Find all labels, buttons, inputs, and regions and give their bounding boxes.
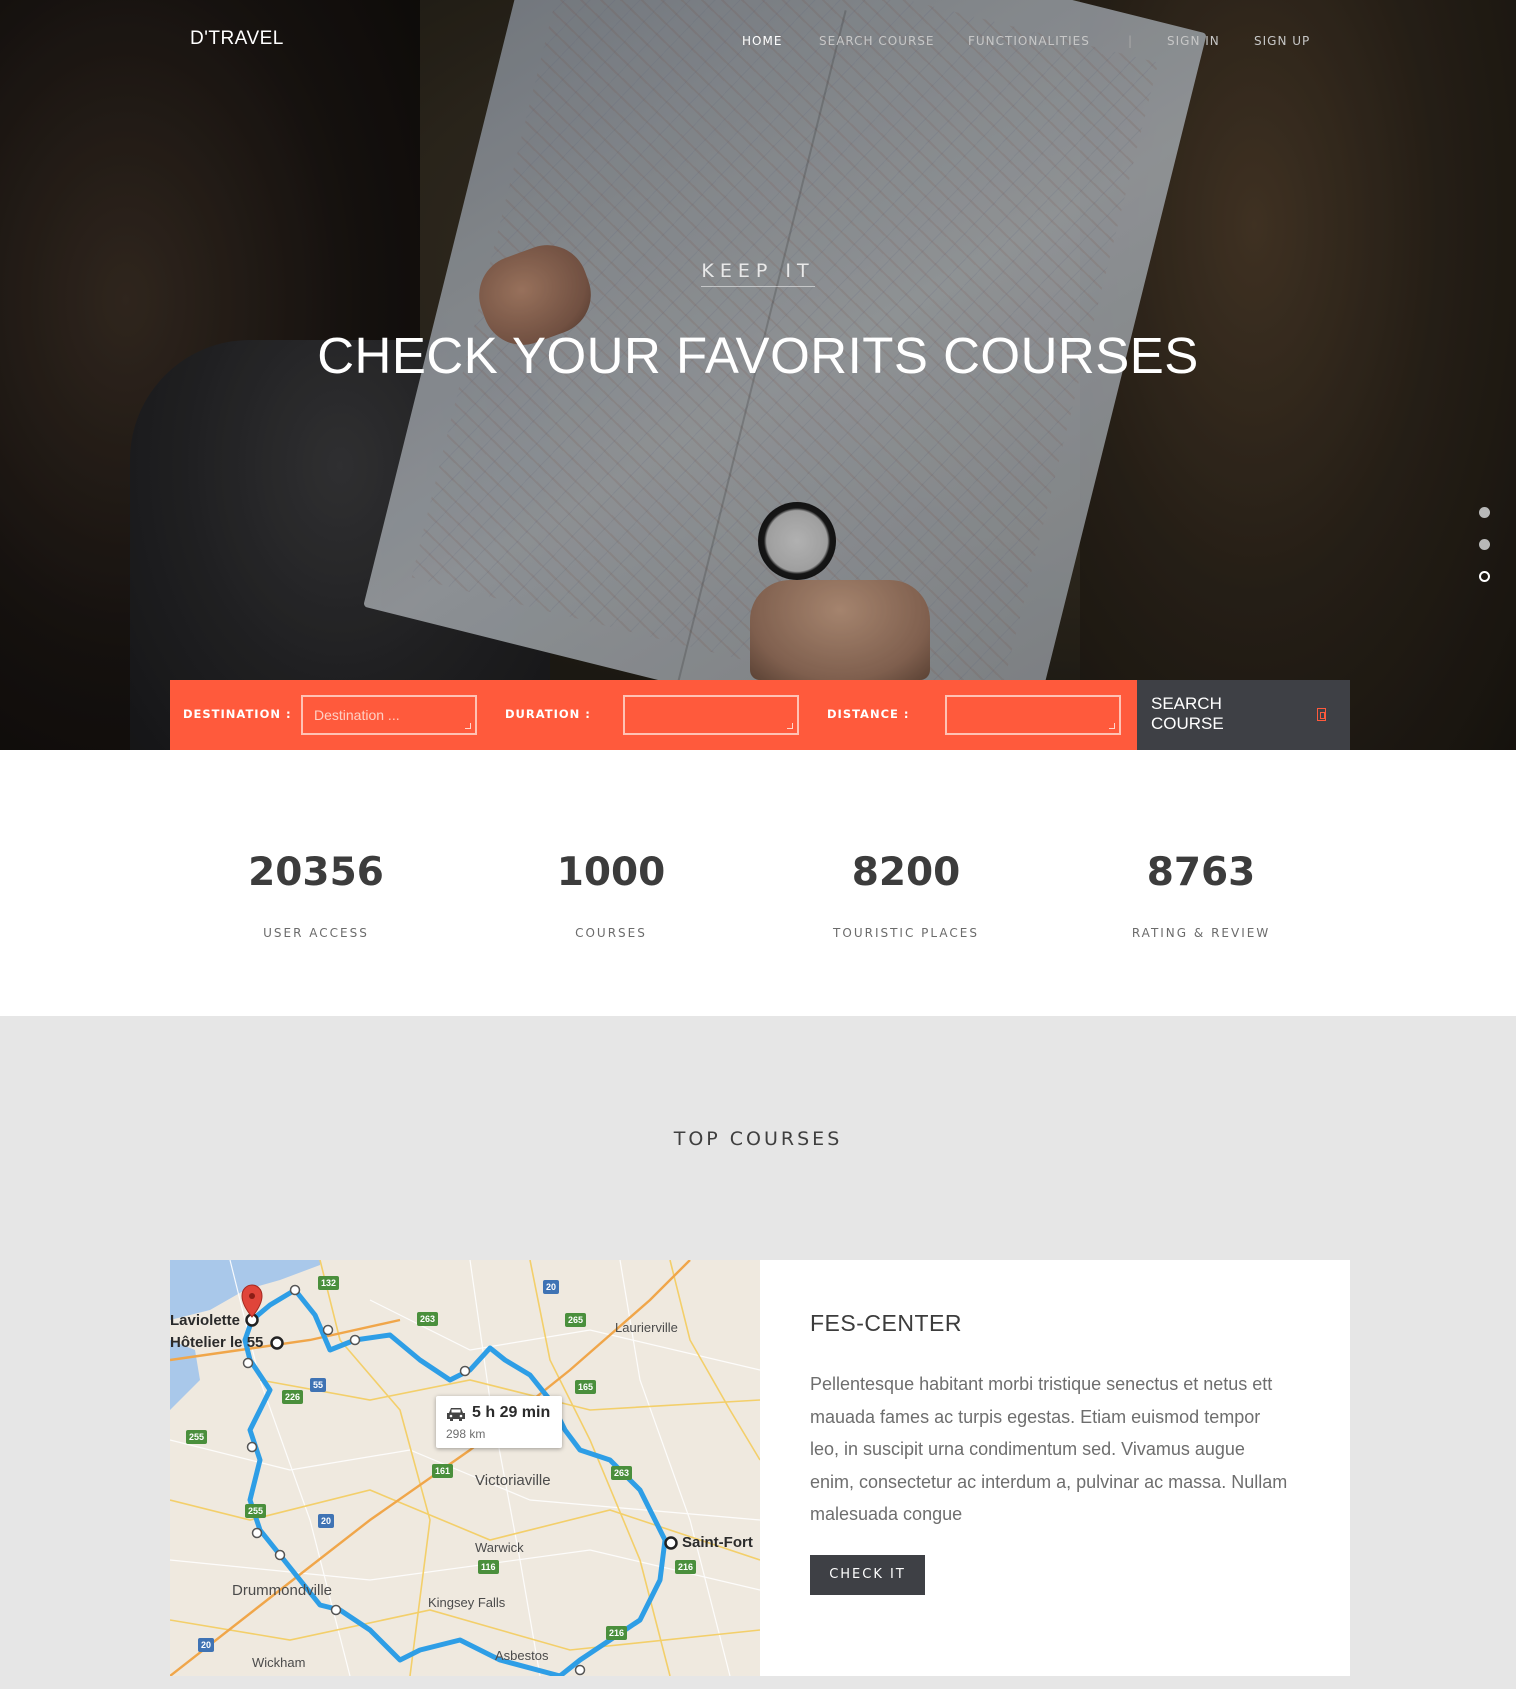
map-route-shield: 263 — [417, 1312, 439, 1326]
distance-input[interactable] — [945, 695, 1121, 735]
slider-pagination — [1479, 507, 1493, 603]
stat-value: 20356 — [248, 850, 384, 895]
top-courses-title: TOP COURSES — [673, 1128, 843, 1150]
route-duration: 5 h 29 min — [472, 1404, 551, 1421]
map-route-shield: 132 — [318, 1276, 340, 1290]
duration-label: DURATION : — [505, 707, 591, 721]
route-distance: 298 km — [446, 1427, 486, 1441]
search-course-button-label: SEARCH COURSE — [1151, 694, 1224, 733]
nav-home[interactable]: HOME — [742, 34, 782, 48]
map-route-shield: 216 — [675, 1560, 697, 1574]
hero-headline: CHECK YOUR FAVORITS COURSES — [317, 327, 1199, 384]
search-button-icon — [1317, 708, 1326, 721]
map-route-shield: 255 — [186, 1430, 208, 1444]
slider-dot-2[interactable] — [1479, 539, 1490, 550]
map-route-shield: 20 — [198, 1638, 215, 1652]
course-card: Laviolette Hôtelier le 55 Laurierville V… — [170, 1260, 1350, 1676]
duration-input[interactable] — [623, 695, 799, 735]
route-info-popup[interactable]: 5 h 29 min 298 km — [436, 1396, 562, 1448]
nav-separator: | — [1128, 34, 1133, 48]
search-course-button[interactable]: SEARCH COURSE — [1137, 680, 1350, 750]
map-route-shield: 226 — [282, 1390, 304, 1404]
map-place-hotelier: Hôtelier le 55 — [170, 1334, 264, 1351]
map-place-warwick: Warwick — [475, 1540, 524, 1555]
map-place-kingsey-falls: Kingsey Falls — [428, 1595, 506, 1610]
course-search-bar: DESTINATION : Destination ... DURATION :… — [170, 680, 1350, 750]
map-route-shield: 20 — [543, 1280, 560, 1294]
stat-label: TOURISTIC PLACES — [833, 926, 979, 940]
stat-label: COURSES — [575, 926, 647, 940]
hero-eyebrow: KEEP IT — [0, 260, 1516, 287]
main-nav: HOME SEARCH COURSE FUNCTIONALITIES | SIG… — [0, 34, 1516, 54]
map-route-shield: 216 — [606, 1626, 628, 1640]
course-card-body: FES-CENTER Pellentesque habitant morbi t… — [760, 1260, 1350, 1676]
map-route-shield: 255 — [245, 1504, 267, 1518]
nav-search-course[interactable]: SEARCH COURSE — [819, 34, 935, 48]
stat-value: 8200 — [851, 850, 961, 895]
stats-section: 20356 USER ACCESS 1000 COURSES 8200 TOUR… — [0, 750, 1516, 1016]
map-place-laurierville: Laurierville — [615, 1320, 678, 1335]
destination-label: DESTINATION : — [183, 707, 292, 721]
course-route-map[interactable]: Laviolette Hôtelier le 55 Laurierville V… — [170, 1260, 760, 1676]
distance-label: DISTANCE : — [827, 707, 910, 721]
map-route-shield: 263 — [611, 1466, 633, 1480]
map-place-wickham: Wickham — [252, 1655, 306, 1670]
stat-value: 1000 — [556, 850, 666, 895]
check-it-button[interactable]: CHECK IT — [810, 1555, 925, 1595]
course-description: Pellentesque habitant morbi tristique se… — [810, 1374, 1288, 1524]
map-route-shield: 55 — [310, 1378, 327, 1392]
stat-label: RATING & REVIEW — [1131, 926, 1271, 940]
stat-value: 8763 — [1146, 850, 1256, 895]
map-route-shield: 161 — [432, 1464, 454, 1478]
map-place-victoriaville: Victoriaville — [475, 1472, 551, 1489]
car-icon — [447, 1408, 465, 1421]
nav-functionalities[interactable]: FUNCTIONALITIES — [968, 34, 1090, 48]
map-route-shield: 116 — [478, 1560, 499, 1574]
stat-label: USER ACCESS — [263, 926, 369, 940]
course-title: FES-CENTER — [810, 1310, 962, 1336]
nav-sign-in[interactable]: SIGN IN — [1167, 34, 1220, 48]
map-route-shield: 165 — [575, 1380, 597, 1394]
map-place-laviolette: Laviolette — [170, 1312, 241, 1329]
nav-sign-up[interactable]: SIGN UP — [1254, 34, 1310, 48]
hero-eyebrow-text: KEEP IT — [701, 260, 815, 287]
slider-dot-1[interactable] — [1479, 507, 1490, 518]
map-place-drummondville: Drummondville — [232, 1582, 333, 1599]
map-place-asbestos: Asbestos — [495, 1648, 549, 1663]
hero-section: D'TRAVEL HOME SEARCH COURSE FUNCTIONALIT… — [0, 0, 1516, 750]
map-route-shield: 265 — [565, 1313, 587, 1327]
destination-input[interactable]: Destination ... — [301, 695, 477, 735]
slider-dot-3-active[interactable] — [1479, 571, 1490, 582]
map-place-saint-fort: Saint-Fort — [682, 1534, 753, 1551]
map-route-shield: 20 — [318, 1514, 335, 1528]
